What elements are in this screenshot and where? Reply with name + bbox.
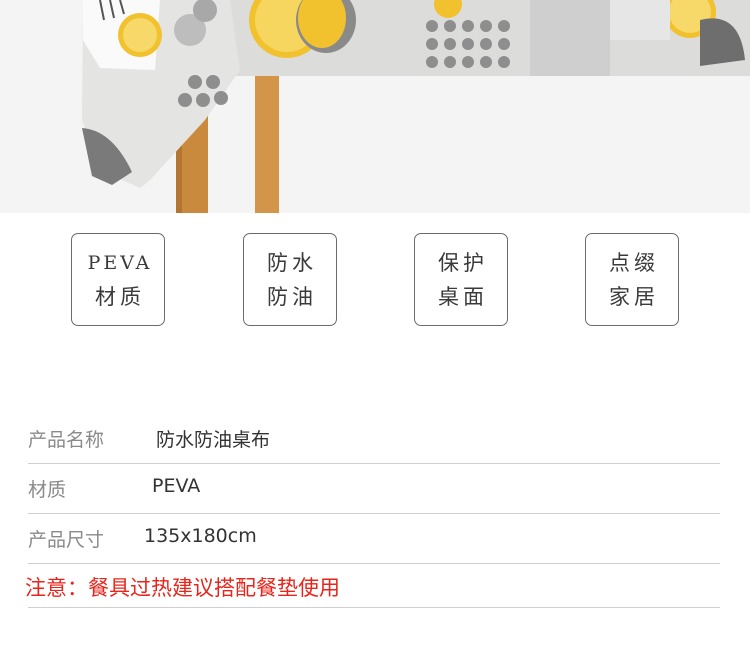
spec-label: 材质 [28, 479, 67, 501]
spec-row-material: 材质 PEVA [28, 464, 720, 514]
spec-value: 防水防油桌布 [156, 429, 271, 451]
feature-line: 材质 [95, 284, 145, 309]
spec-value: PEVA [152, 475, 201, 497]
divider [28, 607, 720, 608]
table-leg [255, 62, 279, 213]
feature-line: 防油 [267, 284, 317, 309]
spec-label: 产品名称 [28, 429, 105, 451]
spec-table: 产品名称 防水防油桌布 材质 PEVA 产品尺寸 135x180cm [28, 414, 720, 564]
usage-notice: 注意：餐具过热建议搭配餐垫使用 [25, 576, 340, 600]
feature-waterproof: 防水 防油 [243, 233, 337, 326]
tablecloth-illustration [0, 0, 750, 213]
product-photo [0, 0, 750, 213]
feature-line: 桌面 [438, 284, 488, 309]
feature-protect-table: 保护 桌面 [414, 233, 508, 326]
spec-label: 产品尺寸 [28, 529, 105, 551]
spec-row-name: 产品名称 防水防油桌布 [28, 414, 720, 464]
feature-line: 点缀 [609, 250, 659, 275]
feature-line: 防水 [267, 250, 317, 275]
feature-line: 家居 [609, 284, 659, 309]
feature-line: 保护 [438, 250, 488, 275]
feature-list: PEVA 材质 防水 防油 保护 桌面 点缀 家居 [0, 233, 750, 327]
spec-value: 135x180cm [144, 525, 257, 547]
feature-material: PEVA 材质 [71, 233, 165, 326]
feature-home-decor: 点缀 家居 [585, 233, 679, 326]
spec-row-size: 产品尺寸 135x180cm [28, 514, 720, 564]
feature-line: PEVA [87, 251, 153, 274]
